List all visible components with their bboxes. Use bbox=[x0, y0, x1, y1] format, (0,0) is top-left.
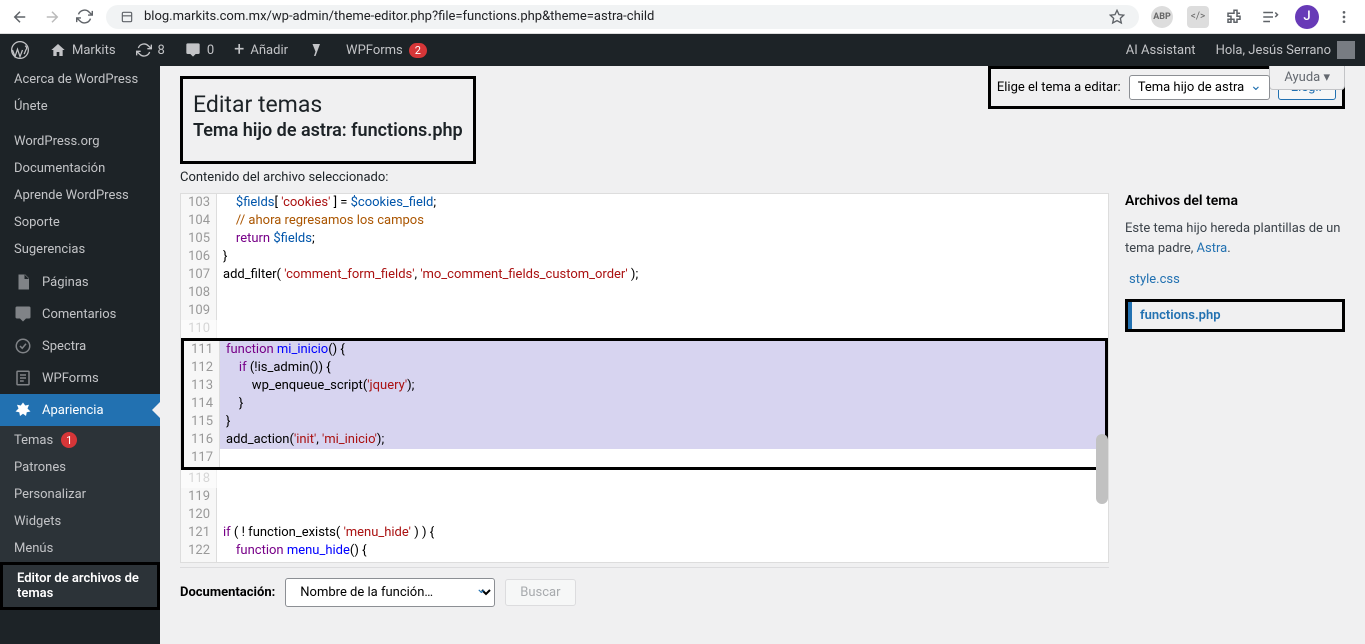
code-line[interactable]: 103 $fields[ 'cookies' ] = $cookies_fiel… bbox=[181, 194, 1108, 212]
appearance-submenu: Temas 1 Patrones Personalizar Widgets Me… bbox=[0, 426, 160, 610]
doc-search-button[interactable]: Buscar bbox=[505, 579, 575, 606]
wpforms-link[interactable]: WPForms 2 bbox=[336, 34, 437, 66]
wp-logo-flyout: Acerca de WordPress Únete WordPress.org … bbox=[0, 66, 160, 263]
submenu-menus[interactable]: Menús bbox=[0, 535, 160, 562]
chevron-down-icon: ▾ bbox=[1323, 70, 1330, 85]
page-title: Editar temas bbox=[193, 85, 463, 120]
file-link-functions[interactable]: functions.php bbox=[1128, 302, 1342, 329]
reload-button[interactable] bbox=[74, 7, 94, 27]
code-line[interactable]: 123 echo "<script type='text/javascript'… bbox=[181, 560, 1108, 563]
theme-files-title: Archivos del tema bbox=[1125, 193, 1345, 209]
devtools-ext-icon[interactable]: </> bbox=[1187, 6, 1209, 28]
add-new-link[interactable]: + Añadir bbox=[224, 34, 298, 66]
editor-scrollbar[interactable] bbox=[1096, 434, 1108, 504]
flyout-feedback[interactable]: Sugerencias bbox=[0, 236, 160, 263]
theme-select-label: Elige el tema a editar: bbox=[997, 80, 1121, 95]
profile-avatar[interactable]: J bbox=[1295, 5, 1319, 29]
code-highlight-box: 111function mi_inicio() {112 if (!is_adm… bbox=[181, 338, 1108, 470]
abp-icon[interactable]: ABP bbox=[1151, 6, 1173, 28]
site-info-icon[interactable] bbox=[120, 10, 134, 24]
flyout-support[interactable]: Soporte bbox=[0, 209, 160, 236]
browser-toolbar: blog.markits.com.mx/wp-admin/theme-edito… bbox=[0, 0, 1365, 34]
main-content: Ayuda ▾ Editar temas Tema hijo de astra:… bbox=[160, 66, 1365, 644]
flyout-wporg[interactable]: WordPress.org bbox=[0, 128, 160, 155]
reading-list-icon[interactable] bbox=[1259, 6, 1281, 28]
appearance-icon bbox=[14, 401, 32, 419]
code-line[interactable]: 105 return $fields; bbox=[181, 230, 1108, 248]
file-link-style[interactable]: style.css bbox=[1125, 266, 1345, 293]
forward-button[interactable] bbox=[42, 7, 62, 27]
code-line[interactable]: 118 bbox=[181, 470, 1108, 488]
code-line[interactable]: 119 bbox=[181, 488, 1108, 506]
code-line[interactable]: 111function mi_inicio() { bbox=[184, 341, 1105, 359]
sidebar-item-spectra[interactable]: Spectra bbox=[0, 330, 160, 362]
code-line[interactable]: 109 bbox=[181, 302, 1108, 320]
ai-assistant-link[interactable]: AI Assistant bbox=[1116, 34, 1206, 66]
code-line[interactable]: 113 wp_enqueue_script('jquery'); bbox=[184, 377, 1105, 395]
code-editor[interactable]: 103 $fields[ 'cookies' ] = $cookies_fiel… bbox=[180, 193, 1109, 563]
flyout-about[interactable]: Acerca de WordPress bbox=[0, 66, 160, 93]
user-avatar-icon bbox=[1337, 41, 1355, 59]
flyout-learn[interactable]: Aprende WordPress bbox=[0, 182, 160, 209]
star-icon[interactable] bbox=[1109, 9, 1125, 25]
spectra-icon bbox=[14, 337, 32, 355]
code-line[interactable]: 117 bbox=[184, 449, 1105, 467]
user-greeting[interactable]: Hola, Jesús Serrano bbox=[1206, 34, 1365, 66]
code-line[interactable]: 106} bbox=[181, 248, 1108, 266]
code-line[interactable]: 104 // ahora regresamos los campos bbox=[181, 212, 1108, 230]
parent-theme-link[interactable]: Astra bbox=[1197, 241, 1228, 256]
site-name-link[interactable]: Markits bbox=[40, 34, 126, 66]
sidebar-item-comments[interactable]: Comentarios bbox=[0, 298, 160, 330]
file-heading: Tema hijo de astra: functions.php bbox=[193, 120, 463, 155]
code-line[interactable]: 114 } bbox=[184, 395, 1105, 413]
pages-icon bbox=[14, 273, 32, 291]
flyout-docs[interactable]: Documentación bbox=[0, 155, 160, 182]
flyout-join[interactable]: Únete bbox=[0, 93, 160, 120]
help-tab[interactable]: Ayuda ▾ bbox=[1269, 66, 1345, 90]
code-line[interactable]: 108 bbox=[181, 284, 1108, 302]
url-text: blog.markits.com.mx/wp-admin/theme-edito… bbox=[144, 9, 1099, 24]
doc-label: Documentación: bbox=[180, 585, 275, 600]
browser-extensions: ABP </> J bbox=[1151, 5, 1355, 29]
code-line[interactable]: 121if ( ! function_exists( 'menu_hide' )… bbox=[181, 524, 1108, 542]
code-line[interactable]: 120 bbox=[181, 506, 1108, 524]
extensions-icon[interactable] bbox=[1223, 6, 1245, 28]
code-line[interactable]: 107add_filter( 'comment_form_fields', 'm… bbox=[181, 266, 1108, 284]
doc-footer: Documentación: Nombre de la función… Bus… bbox=[180, 567, 1109, 617]
theme-files-desc: Este tema hijo hereda plantillas de un t… bbox=[1125, 219, 1345, 258]
back-button[interactable] bbox=[10, 7, 30, 27]
file-link-box: functions.php bbox=[1125, 299, 1345, 332]
sidebar-item-appearance[interactable]: Apariencia bbox=[0, 394, 160, 426]
page-title-box: Editar temas Tema hijo de astra: functio… bbox=[180, 76, 476, 164]
submenu-theme-editor[interactable]: Editor de archivos de temas bbox=[3, 565, 157, 607]
theme-select[interactable]: Tema hijo de astra bbox=[1129, 75, 1270, 100]
submenu-widgets[interactable]: Widgets bbox=[0, 508, 160, 535]
sidebar-item-wpforms[interactable]: WPForms bbox=[0, 362, 160, 394]
submenu-customize[interactable]: Personalizar bbox=[0, 481, 160, 508]
code-line[interactable]: 122 function menu_hide() { bbox=[181, 542, 1108, 560]
wpforms-icon bbox=[14, 369, 32, 387]
address-bar[interactable]: blog.markits.com.mx/wp-admin/theme-edito… bbox=[106, 5, 1139, 29]
wp-logo-menu[interactable] bbox=[0, 34, 40, 66]
content-label: Contenido del archivo seleccionado: bbox=[180, 170, 1345, 185]
code-line[interactable]: 112 if (!is_admin()) { bbox=[184, 359, 1105, 377]
chrome-menu-icon[interactable] bbox=[1333, 6, 1355, 28]
code-line[interactable]: 115} bbox=[184, 413, 1105, 431]
code-line[interactable]: 116add_action('init', 'mi_inicio'); bbox=[184, 431, 1105, 449]
code-line[interactable]: 110 bbox=[181, 320, 1108, 338]
submenu-themes[interactable]: Temas 1 bbox=[0, 426, 160, 454]
sidebar-item-pages[interactable]: Páginas bbox=[0, 266, 160, 298]
doc-function-select[interactable]: Nombre de la función… bbox=[285, 578, 495, 607]
comments-link[interactable]: 0 bbox=[175, 34, 224, 66]
submenu-patterns[interactable]: Patrones bbox=[0, 454, 160, 481]
wp-admin-bar: Markits 8 0 + Añadir WPForms 2 AI Assist… bbox=[0, 34, 1365, 66]
yoast-icon[interactable] bbox=[298, 34, 336, 66]
comments-icon bbox=[14, 305, 32, 323]
updates-link[interactable]: 8 bbox=[126, 34, 175, 66]
